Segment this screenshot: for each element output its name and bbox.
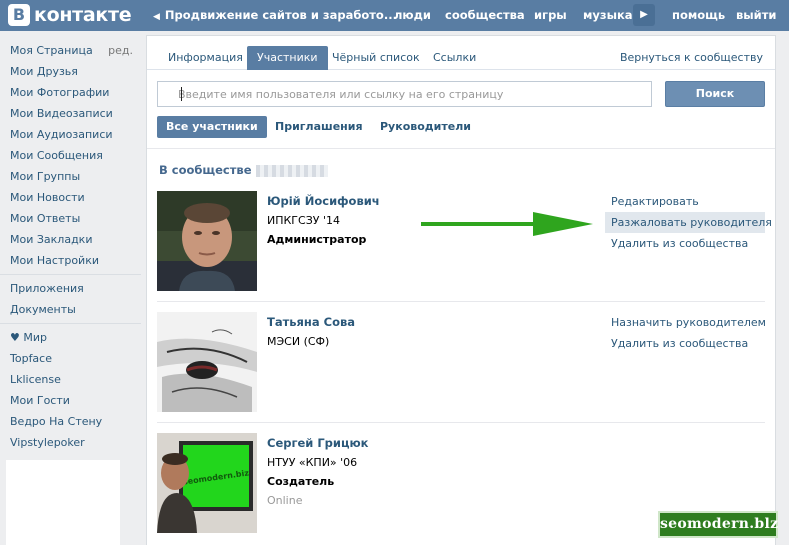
member-count-heading-text: В сообществе	[159, 163, 252, 177]
make-leader-link[interactable]: Назначить руководителем	[605, 312, 766, 333]
member-education: ИПКГСЗУ '14	[267, 214, 340, 227]
player-play-icon[interactable]: ▶	[633, 4, 655, 26]
menu-divider	[0, 323, 141, 324]
blurred-count	[255, 164, 328, 177]
menu-photos[interactable]: Мои Фотографии	[0, 82, 141, 103]
online-status: Online	[267, 494, 303, 507]
menu-news[interactable]: Мои Новости	[0, 187, 141, 208]
menu-my-page[interactable]: Моя Страница ред.	[0, 40, 141, 61]
annotation-arrow-icon	[421, 212, 593, 236]
vk-logo[interactable]: В контакте	[8, 4, 132, 26]
member-role: Администратор	[267, 233, 367, 246]
menu-videos[interactable]: Мои Видеозаписи	[0, 103, 141, 124]
member-row: Татьяна Сова МЭСИ (СФ) Назначить руковод…	[157, 312, 766, 414]
menu-my-page-label: Моя Страница	[10, 44, 93, 57]
menu-documents[interactable]: Документы	[0, 299, 141, 320]
tab-members[interactable]: Участники	[247, 46, 328, 70]
current-group-title[interactable]: ◀ Продвижение сайтов и заработо...	[153, 0, 397, 31]
filter-invitations[interactable]: Приглашения	[266, 116, 372, 138]
filter-leaders[interactable]: Руководители	[371, 116, 480, 138]
member-info: Юрій Йосифович ИПКГСЗУ '14 Администратор	[267, 194, 380, 252]
menu-bookmarks[interactable]: Мои Закладки	[0, 229, 141, 250]
member-avatar[interactable]: seomodern.biz	[157, 433, 257, 533]
filter-all-members[interactable]: Все участники	[157, 116, 267, 138]
member-name[interactable]: Татьяна Сова	[267, 315, 355, 329]
section-divider	[147, 148, 775, 149]
menu-groups[interactable]: Мои Группы	[0, 166, 141, 187]
menu-app-guests[interactable]: Мои Гости	[0, 390, 141, 411]
back-to-community-link[interactable]: Вернуться к сообществу	[620, 46, 763, 70]
tab-blacklist[interactable]: Чёрный список	[322, 46, 430, 70]
members-panel: Информация Участники Чёрный список Ссылк…	[146, 35, 776, 545]
menu-app-topface[interactable]: Topface	[0, 348, 141, 369]
member-avatar[interactable]	[157, 312, 257, 412]
nav-logout[interactable]: выйти	[736, 8, 776, 22]
member-education: МЭСИ (СФ)	[267, 335, 330, 348]
row-divider	[157, 422, 765, 423]
member-row: Юрій Йосифович ИПКГСЗУ '14 Администратор…	[157, 191, 772, 293]
top-bar: В контакте ◀ Продвижение сайтов и заработ…	[0, 0, 789, 31]
left-menu: Моя Страница ред. Мои Друзья Мои Фотограф…	[0, 40, 141, 453]
demote-leader-link[interactable]: Разжаловать руководителя	[605, 212, 772, 233]
menu-apps[interactable]: Приложения	[0, 278, 141, 299]
member-actions: Редактировать Разжаловать руководителя У…	[605, 191, 772, 254]
menu-divider	[0, 274, 141, 275]
tabs-bar: Информация Участники Чёрный список Ссылк…	[147, 36, 775, 70]
nav-music[interactable]: музыка	[583, 8, 633, 22]
menu-app-vedro[interactable]: Ведро На Стену	[0, 411, 141, 432]
edit-member-link[interactable]: Редактировать	[605, 191, 765, 212]
row-divider	[157, 301, 765, 302]
member-name[interactable]: Сергей Грицюк	[267, 436, 368, 450]
vk-logo-icon: В	[8, 4, 30, 26]
vk-logo-text: контакте	[34, 4, 132, 26]
tab-links[interactable]: Ссылки	[423, 46, 486, 70]
menu-answers[interactable]: Мои Ответы	[0, 208, 141, 229]
remove-from-community-link[interactable]: Удалить из сообщества	[605, 233, 765, 254]
menu-settings[interactable]: Мои Настройки	[0, 250, 141, 271]
remove-from-community-link[interactable]: Удалить из сообщества	[605, 333, 765, 354]
member-info: Сергей Грицюк НТУУ «КПИ» '06 Создатель O…	[267, 436, 368, 507]
menu-edit-link[interactable]: ред.	[108, 40, 133, 61]
member-info: Татьяна Сова МЭСИ (СФ)	[267, 315, 355, 354]
menu-app-lklicense[interactable]: Lklicense	[0, 369, 141, 390]
watermark: seomodern.blz	[658, 511, 778, 538]
current-group-title-text: Продвижение сайтов и заработо...	[164, 8, 397, 22]
member-role: Создатель	[267, 475, 335, 488]
back-chevron-icon: ◀	[153, 12, 160, 22]
nav-communities[interactable]: сообщества	[445, 8, 525, 22]
nav-help[interactable]: помощь	[672, 8, 725, 22]
menu-audio[interactable]: Мои Аудиозаписи	[0, 124, 141, 145]
member-actions: Назначить руководителем Удалить из сообщ…	[605, 312, 766, 354]
member-avatar[interactable]	[157, 191, 257, 291]
nav-people[interactable]: люди	[394, 8, 431, 22]
member-education: НТУУ «КПИ» '06	[267, 456, 358, 469]
member-search-input[interactable]	[157, 81, 652, 107]
member-name[interactable]: Юрій Йосифович	[267, 194, 380, 208]
menu-app-vipstylepoker[interactable]: Vipstylepoker	[0, 432, 141, 453]
text-cursor	[181, 87, 182, 101]
search-button[interactable]: Поиск	[665, 81, 765, 107]
menu-messages[interactable]: Мои Сообщения	[0, 145, 141, 166]
tab-info[interactable]: Информация	[158, 46, 253, 70]
ad-placeholder	[6, 460, 120, 545]
member-count-heading: В сообществе	[159, 163, 328, 177]
menu-app-mir[interactable]: ♥ Мир	[0, 327, 141, 348]
menu-friends[interactable]: Мои Друзья	[0, 61, 141, 82]
nav-games[interactable]: игры	[534, 8, 567, 22]
